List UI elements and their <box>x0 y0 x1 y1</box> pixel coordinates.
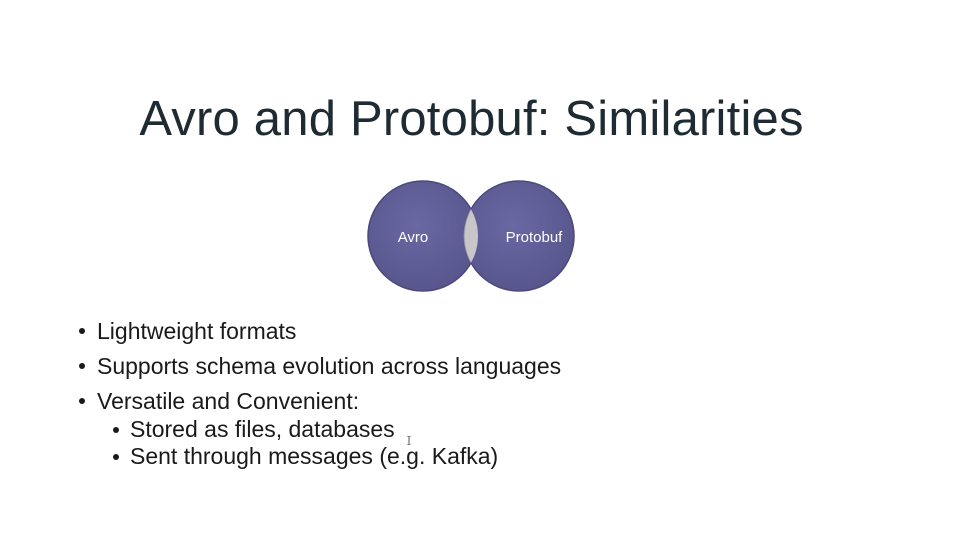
bullet-item: Versatile and Convenient: Stored as file… <box>78 386 898 470</box>
text-cursor-icon <box>407 436 411 445</box>
venn-label-avro: Avro <box>398 229 429 246</box>
bullet-item: Lightweight formats <box>78 316 898 351</box>
slide: Avro and Protobuf: Similarities Avro Pro… <box>0 0 959 541</box>
sub-bullet-list: Stored as files, databases Sent through … <box>112 416 898 470</box>
bullet-list: Lightweight formats Supports schema evol… <box>78 316 898 470</box>
sub-bullet-item: Stored as files, databases <box>112 416 898 443</box>
sub-bullet-item: Sent through messages (e.g. Kafka) <box>112 443 898 470</box>
bullet-item: Supports schema evolution across languag… <box>78 351 898 386</box>
slide-title: Avro and Protobuf: Similarities <box>139 92 804 146</box>
bullet-item-label: Versatile and Convenient: <box>97 388 360 414</box>
venn-diagram: Avro Protobuf <box>367 180 575 292</box>
venn-label-protobuf: Protobuf <box>506 229 564 246</box>
